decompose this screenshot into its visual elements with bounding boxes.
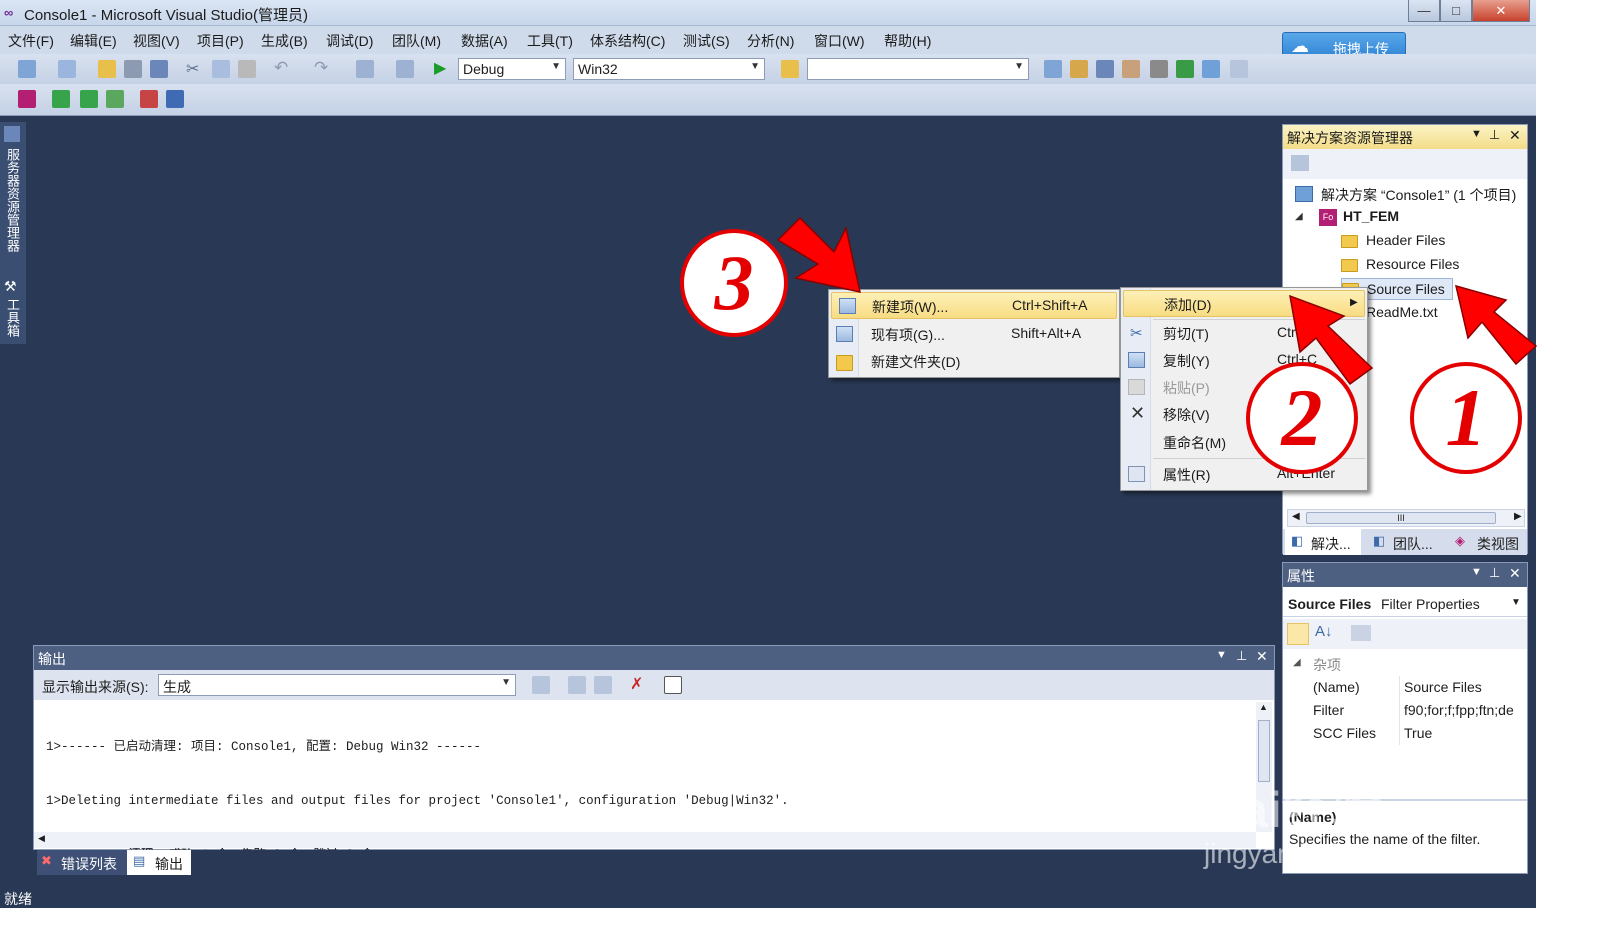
- watermark-url: jingyan.baidu.com: [1204, 838, 1430, 869]
- baidu-watermark-logo: Bai经验: [1204, 782, 1382, 838]
- step-2-marker: 2: [1246, 362, 1358, 474]
- arrow-3: [776, 216, 861, 293]
- step-3-marker: 3: [680, 229, 788, 337]
- step-1-marker: 1: [1410, 362, 1522, 474]
- arrow-1: [1454, 284, 1538, 366]
